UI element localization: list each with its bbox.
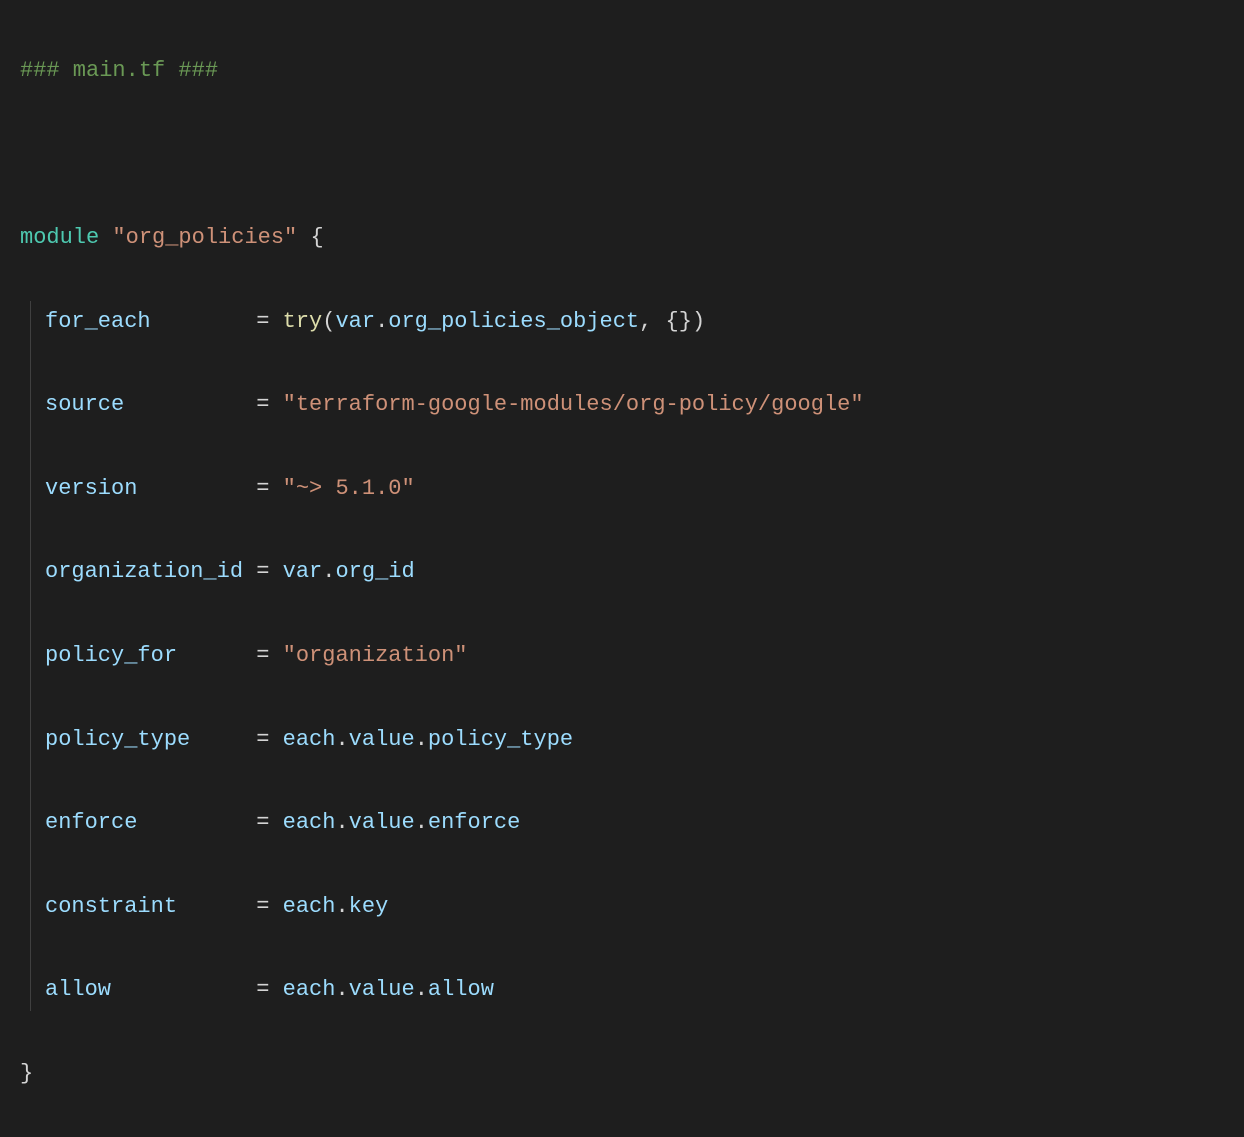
key-source: source [45,392,124,417]
key-org-id: organization_id [45,559,243,584]
value-mid: value [349,810,415,835]
value-mid: value [349,977,415,1002]
code-line-version: version = "~> 5.1.0" [45,468,1224,510]
close-brace: } [20,1061,33,1086]
comma: , [639,309,652,334]
key-enforce: enforce [45,810,137,835]
dot: . [335,894,348,919]
value-member: allow [428,977,494,1002]
code-line-for-each: for_each = try(var.org_policies_object, … [45,301,1224,343]
key-version: version [45,476,137,501]
value-version: "~> 5.1.0" [283,476,415,501]
dot: . [322,559,335,584]
var-member: org_id [335,559,414,584]
dot: . [415,977,428,1002]
dot: . [415,727,428,752]
dot: . [335,977,348,1002]
paren-open: ( [322,309,335,334]
code-line-module: module "org_policies" { [20,217,1224,259]
value-member: enforce [428,810,520,835]
key-allow: allow [45,977,111,1002]
code-line-constraint: constraint = each.key [45,886,1224,928]
empty-obj: {} [666,309,692,334]
comment-text: ### main.tf ### [20,58,218,83]
value-policy-for: "organization" [283,643,468,668]
code-line-source: source = "terraform-google-modules/org-p… [45,384,1224,426]
dot: . [375,309,388,334]
key-for-each: for_each [45,309,151,334]
paren-close: ) [692,309,705,334]
module-name: "org_policies" [112,225,297,250]
dot: . [335,810,348,835]
key-policy-for: policy_for [45,643,177,668]
code-editor: ### main.tf ### module "org_policies" { … [20,8,1224,1137]
equals: = [256,559,269,584]
code-line-allow: allow = each.value.allow [45,969,1224,1011]
equals: = [256,309,269,334]
var-member: org_policies_object [388,309,639,334]
blank-line [20,133,1224,175]
each-ref: each [283,810,336,835]
equals: = [256,810,269,835]
equals: = [256,392,269,417]
open-brace: { [310,225,323,250]
var-ref: var [283,559,323,584]
code-line-close: } [20,1053,1224,1095]
each-ref: each [283,894,336,919]
equals: = [256,894,269,919]
equals: = [256,476,269,501]
var-ref: var [335,309,375,334]
value-member: policy_type [428,727,573,752]
equals: = [256,727,269,752]
key-constraint: constraint [45,894,177,919]
value-mid: value [349,727,415,752]
code-line-org-id: organization_id = var.org_id [45,551,1224,593]
dot: . [415,810,428,835]
each-ref: each [283,727,336,752]
dot: . [335,727,348,752]
try-function: try [283,309,323,334]
equals: = [256,643,269,668]
code-line-policy-for: policy_for = "organization" [45,635,1224,677]
each-ref: each [283,977,336,1002]
value-source: "terraform-google-modules/org-policy/goo… [283,392,864,417]
equals: = [256,977,269,1002]
code-line-policy-type: policy_type = each.value.policy_type [45,719,1224,761]
value-member: key [349,894,389,919]
code-line-comment: ### main.tf ### [20,50,1224,92]
key-policy-type: policy_type [45,727,190,752]
module-keyword: module [20,225,99,250]
code-line-enforce: enforce = each.value.enforce [45,802,1224,844]
